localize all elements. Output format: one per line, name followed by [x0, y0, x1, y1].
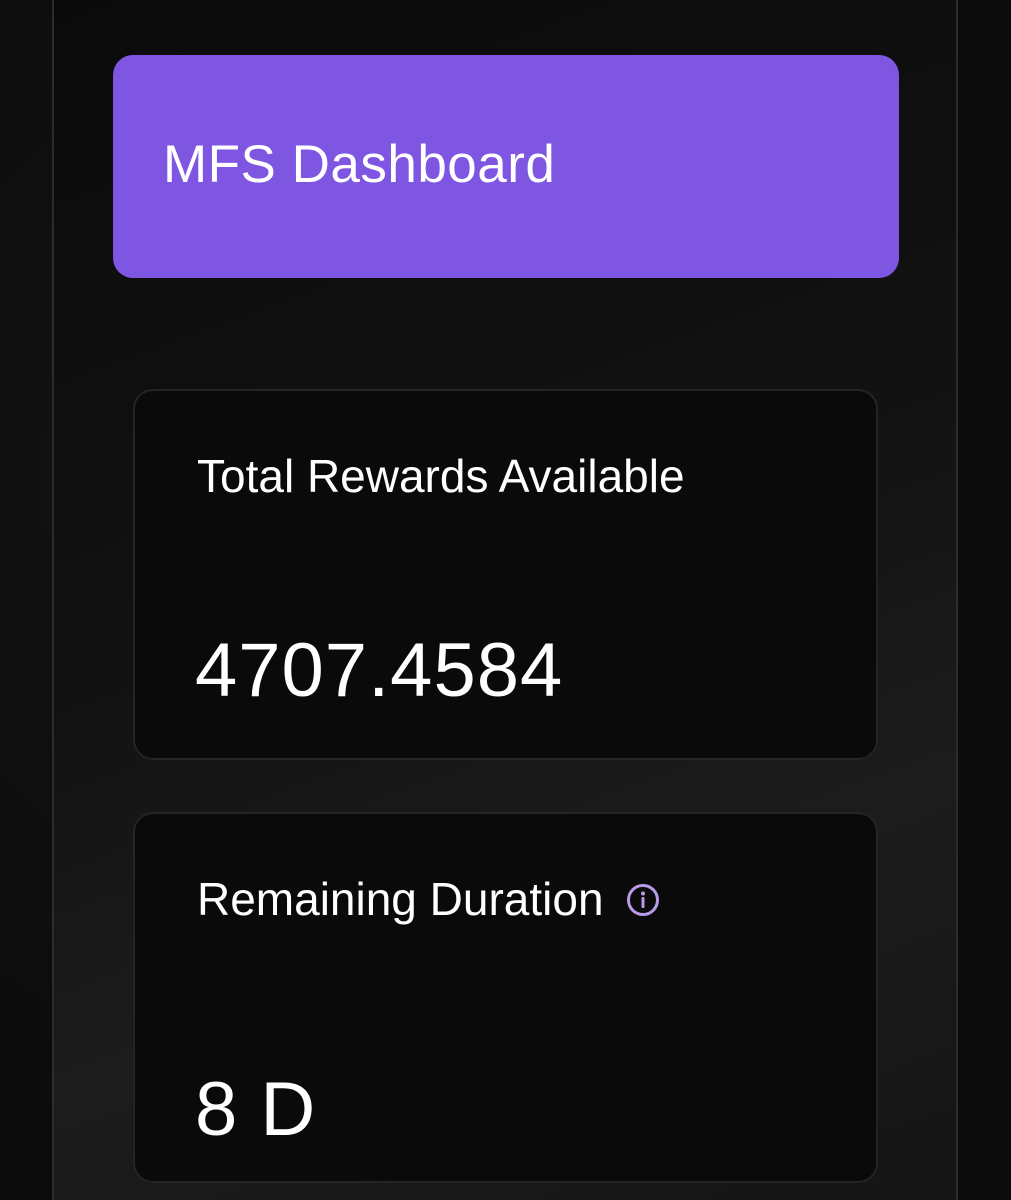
page: MFS Dashboard Total Rewards Available 47…: [0, 0, 1011, 1200]
remaining-duration-label: Remaining Duration: [197, 873, 604, 925]
page-title: MFS Dashboard: [163, 135, 556, 194]
total-rewards-label: Total Rewards Available: [197, 450, 685, 502]
remaining-duration-card: Remaining Duration 8 D: [133, 812, 878, 1183]
dashboard-header: MFS Dashboard: [113, 55, 899, 278]
remaining-duration-value: 8 D: [195, 1067, 317, 1152]
total-rewards-card: Total Rewards Available 4707.4584: [133, 389, 878, 760]
remaining-duration-label-row: Remaining Duration: [197, 872, 660, 926]
info-icon[interactable]: [626, 883, 660, 917]
total-rewards-value: 4707.4584: [195, 628, 564, 713]
